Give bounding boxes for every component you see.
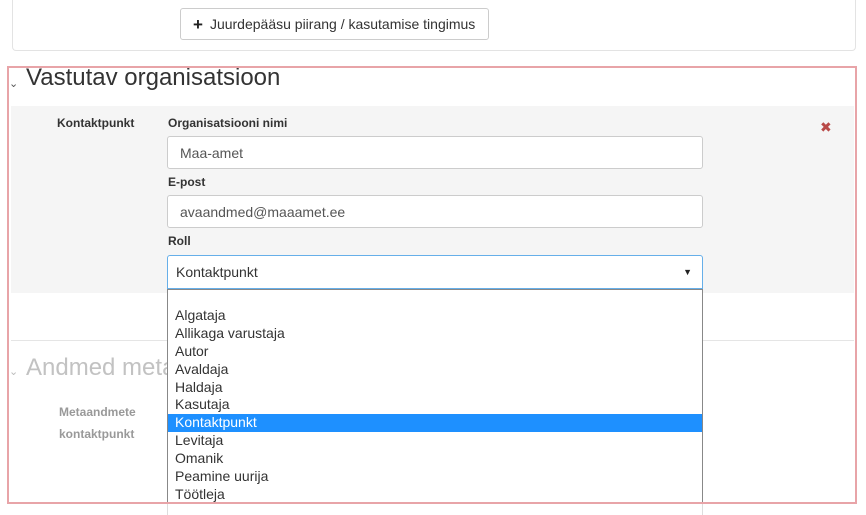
chevron-down-icon[interactable]: ⌄ — [9, 365, 18, 378]
metadata-contact-label-line2: kontaktpunkt — [59, 427, 135, 441]
email-input[interactable] — [167, 195, 703, 228]
role-dropdown-list[interactable]: Algataja Allikaga varustaja Autor Avaldaja H… — [167, 289, 703, 503]
section-title-metadata: Andmed meta — [26, 354, 176, 381]
section-title-responsible-org: Vastutav organisatsioon — [26, 64, 281, 91]
email-label: E-post — [168, 175, 206, 189]
plus-icon: + — [193, 14, 203, 34]
org-name-label: Organisatsiooni nimi — [168, 116, 288, 130]
caret-down-icon: ▼ — [683, 267, 692, 277]
add-access-restriction-button[interactable]: + Juurdepääsu piirang / kasutamise tingi… — [180, 8, 489, 40]
role-option[interactable]: Allikaga varustaja — [168, 325, 702, 343]
metadata-contact-label-line1: Metaandmete — [59, 405, 136, 419]
role-label: Roll — [168, 234, 191, 248]
metadata-input-edge — [167, 503, 703, 515]
contact-point-label: Kontaktpunkt — [57, 116, 135, 130]
role-option[interactable]: Kasutaja — [168, 396, 702, 414]
role-option[interactable]: Töötleja — [168, 486, 702, 504]
chevron-down-icon[interactable]: ⌄ — [9, 77, 18, 90]
access-panel: + Juurdepääsu piirang / kasutamise tingi… — [12, 0, 856, 51]
role-option[interactable]: Avaldaja — [168, 361, 702, 379]
add-access-restriction-label: Juurdepääsu piirang / kasutamise tingimu… — [209, 16, 476, 32]
role-option[interactable]: Kontaktpunkt — [168, 414, 702, 433]
role-option[interactable]: Peamine uurija — [168, 468, 702, 486]
role-option[interactable]: Algataja — [168, 307, 702, 325]
role-select[interactable]: Kontaktpunkt ▼ — [167, 255, 703, 289]
role-select-value: Kontaktpunkt — [176, 264, 258, 280]
role-option[interactable]: Autor — [168, 343, 702, 361]
role-option[interactable]: Levitaja — [168, 432, 702, 450]
remove-icon[interactable]: ✖ — [820, 119, 832, 136]
role-option[interactable]: Omanik — [168, 450, 702, 468]
role-option[interactable]: Haldaja — [168, 379, 702, 397]
org-name-input[interactable] — [167, 136, 703, 169]
